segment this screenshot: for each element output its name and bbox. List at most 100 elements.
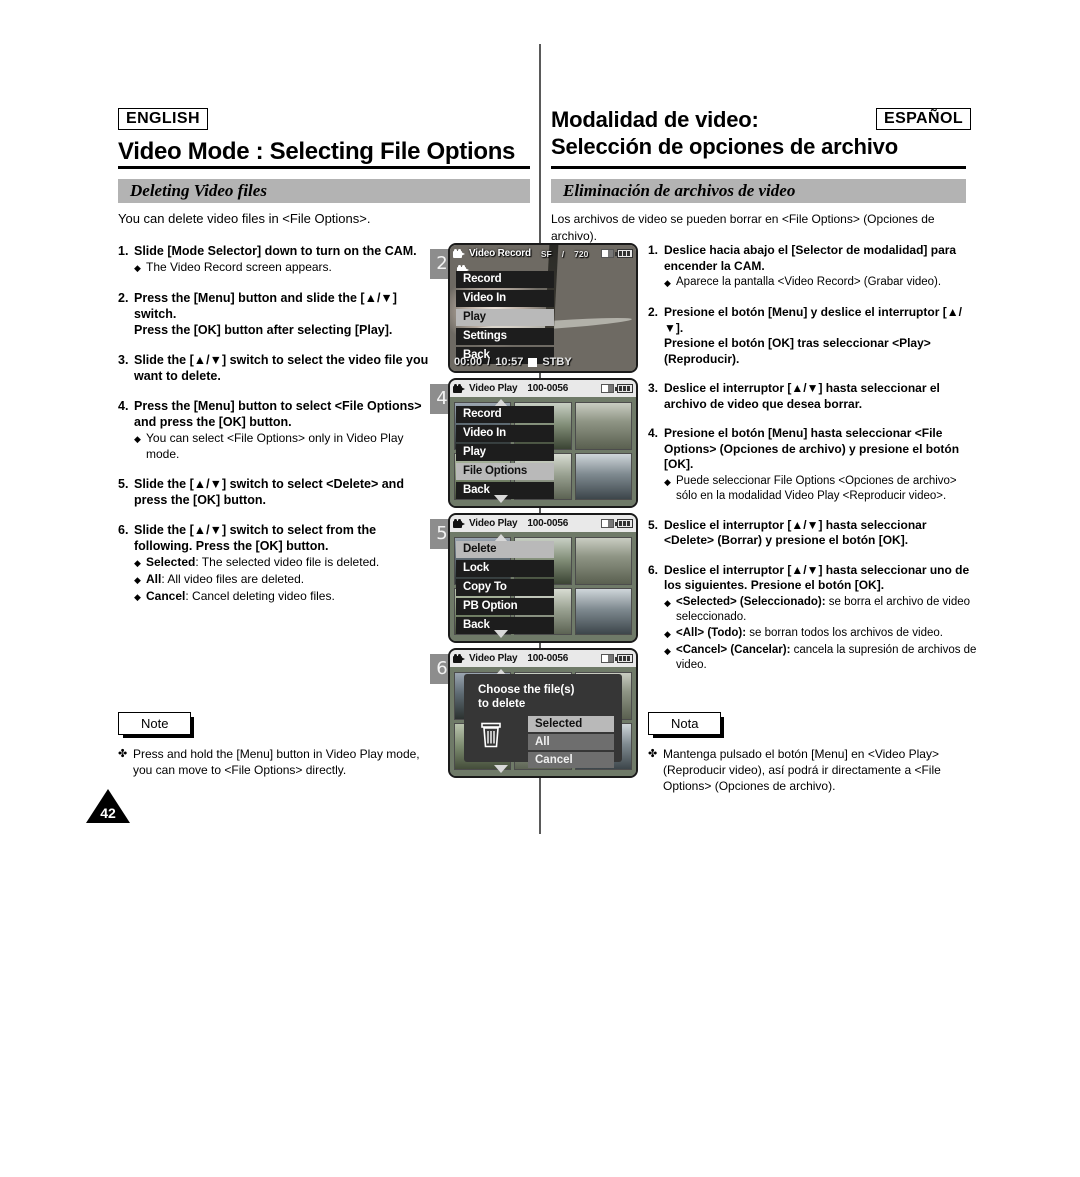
dialog-option[interactable]: Cancel <box>528 752 614 768</box>
bullet-diamond-icon: ◆ <box>664 476 671 487</box>
dialog-option[interactable]: Selected <box>528 716 614 732</box>
instruction-step: 6. Slide the [▲/▼] switch to select from … <box>118 522 430 605</box>
step-text: Slide the [▲/▼] switch to select from th… <box>134 523 377 553</box>
bullet-diamond-icon: ◆ <box>134 434 141 444</box>
spanish-language-tag: ESPAÑOL <box>876 108 971 130</box>
english-section-title: Deleting Video files <box>130 181 267 200</box>
bullet-text: Cancel: Cancel deleting video files. <box>146 589 335 603</box>
english-language-tag: ENGLISH <box>118 108 208 130</box>
lcd-file-number: 100-0056 <box>527 653 569 664</box>
bullet-term: Cancel <box>146 589 186 603</box>
lcd-menu-item[interactable]: Delete <box>456 541 554 558</box>
lcd-menu-item[interactable]: Record <box>456 271 554 288</box>
manual-page: ENGLISH Video Mode : Selecting File Opti… <box>0 0 1080 1177</box>
page-number-badge: 42 <box>86 789 130 823</box>
dialog-option[interactable]: All <box>528 734 614 750</box>
spanish-section-title: Eliminación de archivos de video <box>563 181 796 200</box>
step-text: Presione el botón [Menu] hasta seleccion… <box>664 426 960 471</box>
bullet-diamond-icon: ◆ <box>664 645 671 656</box>
lcd-panel: Video Play 100-0056 Record Video In Play Fi… <box>448 378 638 508</box>
memory-card-icon <box>601 519 614 528</box>
bullet-text: You can select <File Options> only in Vi… <box>146 431 404 461</box>
bullet-diamond-icon: ◆ <box>134 263 141 273</box>
english-section-bar: Deleting Video files <box>118 179 530 203</box>
dialog-prompt: Choose the file(s) to delete <box>478 683 574 711</box>
battery-icon <box>615 249 633 258</box>
instruction-step: 1. Slide [Mode Selector] down to turn on … <box>118 243 430 276</box>
scroll-down-arrow-icon[interactable] <box>494 765 508 773</box>
bullet-text: <All> (Todo): se borran todos los archiv… <box>676 626 943 639</box>
english-page-title: Video Mode : Selecting File Options <box>118 138 516 165</box>
english-header-rule <box>118 166 530 169</box>
battery-icon <box>615 384 633 393</box>
instruction-step: 5. Deslice el interruptor [▲/▼] hasta sel… <box>648 518 978 549</box>
recording-status: STBY <box>542 356 572 368</box>
lcd-menu-item[interactable]: Settings <box>456 328 554 345</box>
lcd-menu-item[interactable]: Record <box>456 406 554 423</box>
step-bullet: ◆ Selected: The selected video file is de… <box>134 555 430 571</box>
lcd-menu-item[interactable]: Video In <box>456 425 554 442</box>
lcd-menu-item[interactable]: Lock <box>456 560 554 577</box>
step-number: 2. <box>648 305 659 319</box>
step-text: Presione el botón [Menu] y deslice el in… <box>664 305 962 366</box>
lcd-menu-item[interactable]: PB Option <box>456 598 554 615</box>
step-bullet: ◆ The Video Record screen appears. <box>134 260 430 276</box>
step-number: 2. <box>118 291 129 305</box>
english-note-text: Press and hold the [Menu] button in Vide… <box>133 747 420 777</box>
step-text: Deslice el interruptor [▲/▼] hasta selec… <box>664 381 940 411</box>
scroll-down-arrow-icon[interactable] <box>494 495 508 503</box>
spanish-page-title-line2: Selección de opciones de archivo <box>551 134 898 159</box>
thumbnail-item[interactable] <box>574 537 632 585</box>
dialog-options[interactable]: Selected All Cancel <box>528 716 614 770</box>
lcd-menu-item[interactable]: File Options <box>456 463 554 480</box>
bullet-term: All <box>146 572 162 586</box>
lcd-menu-item[interactable]: Play <box>456 309 554 326</box>
step-text: Deslice el interruptor [▲/▼] hasta selec… <box>664 517 927 548</box>
thumbnail-item[interactable] <box>574 402 632 450</box>
step-number: 1. <box>648 243 659 257</box>
lcd-menu-list[interactable]: Record Video In Play File Options Back <box>456 406 554 501</box>
instruction-step: 3. Slide the [▲/▼] switch to select the v… <box>118 352 430 384</box>
step-bullet-list: ◆ The Video Record screen appears. <box>134 260 430 276</box>
step-bullet-list: ◆ You can select <File Options> only in V… <box>134 431 430 462</box>
bullet-text: The Video Record screen appears. <box>146 260 332 274</box>
bullet-diamond-icon: ◆ <box>664 628 671 639</box>
lcd-status-bar: Video Play 100-0056 <box>450 650 636 667</box>
bullet-diamond-icon: ◆ <box>134 575 141 585</box>
dialog-prompt-line1: Choose the file(s) <box>478 684 575 696</box>
thumbnail-item[interactable] <box>574 587 632 635</box>
memory-card-icon <box>601 384 614 393</box>
lcd-menu-list[interactable]: Delete Lock Copy To PB Option Back <box>456 541 554 636</box>
confirm-dialog: Choose the file(s) to delete Selected All… <box>464 674 622 768</box>
step-number: 4. <box>648 426 659 440</box>
spanish-instructions: 1. Deslice hacia abajo el [Selector de mo… <box>648 243 978 687</box>
instruction-step: 4. Presione el botón [Menu] hasta selecci… <box>648 426 978 504</box>
scroll-down-arrow-icon[interactable] <box>494 630 508 638</box>
bullet-term: <All> (Todo): <box>676 626 747 639</box>
bullet-text: <Cancel> (Cancelar): cancela la supresió… <box>676 643 977 671</box>
lcd-mode-title: Video Record <box>469 248 531 259</box>
lcd-menu-item[interactable]: Play <box>456 444 554 461</box>
video-camera-icon <box>453 383 466 394</box>
lcd-menu-item[interactable]: Video In <box>456 290 554 307</box>
thumbnail-item[interactable] <box>574 452 632 500</box>
battery-icon <box>615 519 633 528</box>
step-bullet: ◆ All: All video files are deleted. <box>134 572 430 588</box>
instruction-step: 4. Press the [Menu] button to select <Fil… <box>118 398 430 462</box>
bullet-text: Selected: The selected video file is del… <box>146 555 380 569</box>
lcd-status-bar: Video Play 100-0056 <box>450 515 636 532</box>
step-text: Slide the [▲/▼] switch to select <Delete… <box>134 477 404 507</box>
bullet-diamond-icon: ◆ <box>134 592 141 602</box>
step-text: Press the [Menu] button to select <File … <box>134 399 422 429</box>
bullet-diamond-icon: ◆ <box>664 597 671 608</box>
bullet-term: Selected <box>146 555 196 569</box>
spanish-header-rule <box>551 166 966 169</box>
step-number: 5. <box>118 477 129 491</box>
lcd-menu-item[interactable]: Copy To <box>456 579 554 596</box>
lcd-mode-title: Video Play <box>469 383 518 394</box>
english-note-label: Note <box>118 712 195 738</box>
lcd-resolution: 720 <box>574 248 589 259</box>
step-bullet: ◆ Aparece la pantalla <Video Record> (Gra… <box>664 275 978 291</box>
instruction-step: 2. Presione el botón [Menu] y deslice el … <box>648 305 978 367</box>
lcd-menu-list[interactable]: Record Video In Play Settings Back <box>456 271 554 366</box>
